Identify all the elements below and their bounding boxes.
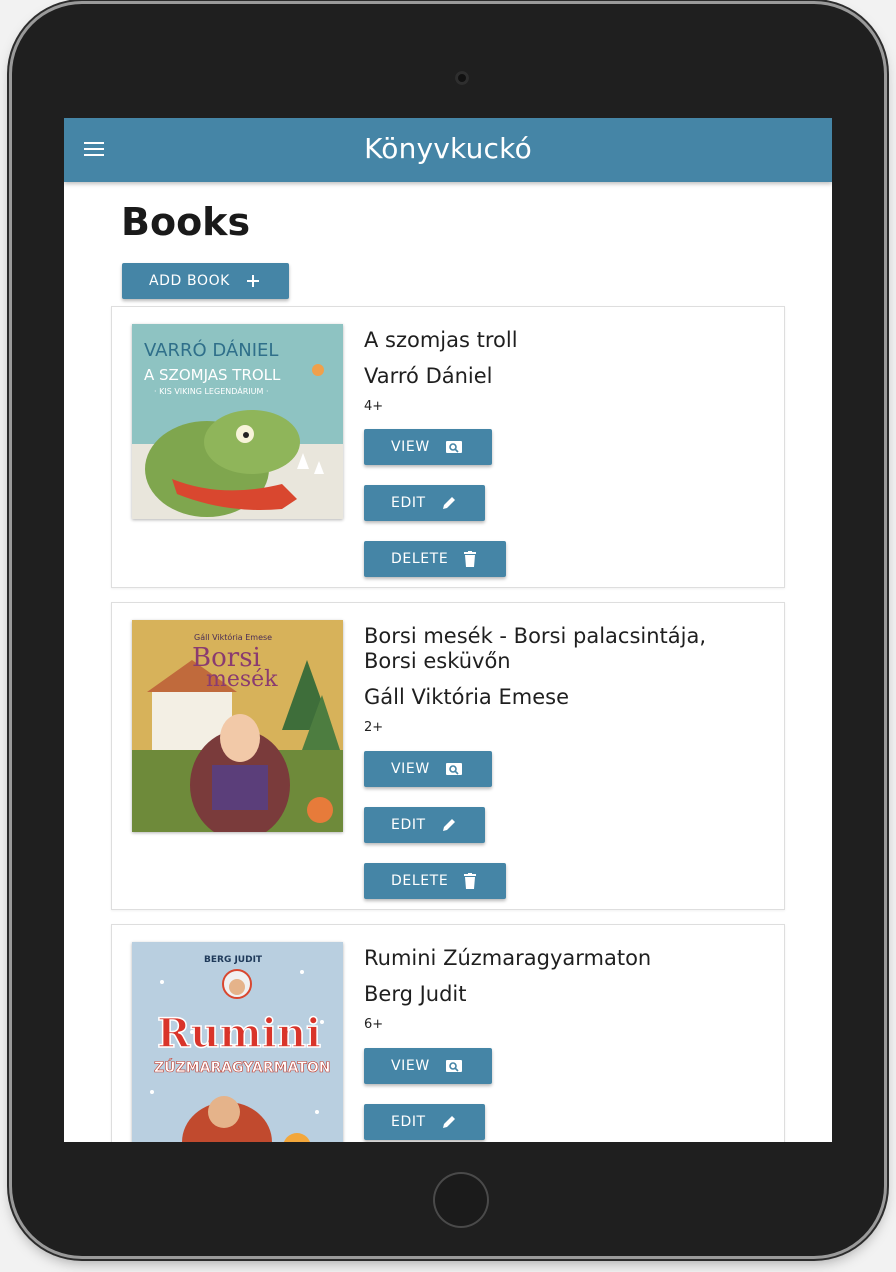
trash-icon <box>464 873 476 889</box>
search-icon <box>446 441 462 453</box>
edit-button[interactable]: EDIT <box>364 485 485 521</box>
cover-series-text: · KIS VIKING LEGENDÁRIUM · <box>154 385 268 396</box>
book-cover: VARRÓ DÁNIEL A SZOMJAS TROLL · KIS VIKIN… <box>132 324 343 519</box>
pencil-icon <box>441 817 457 833</box>
app-title: Könyvkuckó <box>364 132 532 165</box>
edit-label: EDIT <box>391 1114 426 1130</box>
view-label: VIEW <box>391 439 430 455</box>
delete-button[interactable]: DELETE <box>364 863 506 899</box>
cover-title-text: A SZOMJAS TROLL <box>144 366 281 384</box>
add-book-label: ADD BOOK <box>149 273 230 289</box>
plus-icon <box>246 274 260 288</box>
view-label: VIEW <box>391 1058 430 1074</box>
page-title: Books <box>121 200 251 244</box>
book-age: 2+ <box>364 720 384 735</box>
book-cover: Gáll Viktória Emese Borsi mesék <box>132 620 343 832</box>
book-card: BERG JUDIT Rumini ZÚZMARAGYARMATON Rumin… <box>111 924 785 1142</box>
app-bar: Könyvkuckó <box>64 118 832 182</box>
edit-button[interactable]: EDIT <box>364 807 485 843</box>
pencil-icon <box>441 1114 457 1130</box>
book-title: A szomjas troll <box>364 328 518 352</box>
search-icon <box>446 1060 462 1072</box>
delete-label: DELETE <box>391 873 449 889</box>
cover-subtitle-text: mesék <box>206 667 278 692</box>
book-card: Gáll Viktória Emese Borsi mesék Borsi me… <box>111 602 785 910</box>
edit-button[interactable]: EDIT <box>364 1104 485 1140</box>
delete-label: DELETE <box>391 551 449 567</box>
book-author: Gáll Viktória Emese <box>364 685 569 709</box>
book-age: 6+ <box>364 1017 384 1032</box>
trash-icon <box>464 551 476 567</box>
view-button[interactable]: VIEW <box>364 429 492 465</box>
book-age: 4+ <box>364 399 384 414</box>
book-author: Varró Dániel <box>364 364 493 388</box>
camera-icon <box>455 71 469 85</box>
cover-author-text: Gáll Viktória Emese <box>194 632 272 642</box>
cover-author-text: VARRÓ DÁNIEL <box>144 339 278 361</box>
edit-label: EDIT <box>391 495 426 511</box>
book-author: Berg Judit <box>364 982 467 1006</box>
book-title: Rumini Zúzmaragyarmaton <box>364 946 652 970</box>
delete-button[interactable]: DELETE <box>364 541 506 577</box>
view-button[interactable]: VIEW <box>364 751 492 787</box>
search-icon <box>446 763 462 775</box>
view-button[interactable]: VIEW <box>364 1048 492 1084</box>
book-cover: BERG JUDIT Rumini ZÚZMARAGYARMATON <box>132 942 343 1142</box>
cover-title-text: Rumini <box>157 1010 321 1057</box>
book-title: Borsi mesék - Borsi palacsintája, Borsi … <box>364 624 707 673</box>
add-book-button[interactable]: ADD BOOK <box>122 263 289 299</box>
book-card: VARRÓ DÁNIEL A SZOMJAS TROLL · KIS VIKIN… <box>111 306 785 588</box>
app-screen: Könyvkuckó Books ADD BOOK VARRÓ DÁNIEL A… <box>64 118 832 1142</box>
cover-author-text: BERG JUDIT <box>204 955 263 965</box>
edit-label: EDIT <box>391 817 426 833</box>
home-button[interactable] <box>433 1172 489 1228</box>
cover-subtitle-text: ZÚZMARAGYARMATON <box>154 1058 331 1076</box>
view-label: VIEW <box>391 761 430 777</box>
pencil-icon <box>441 495 457 511</box>
